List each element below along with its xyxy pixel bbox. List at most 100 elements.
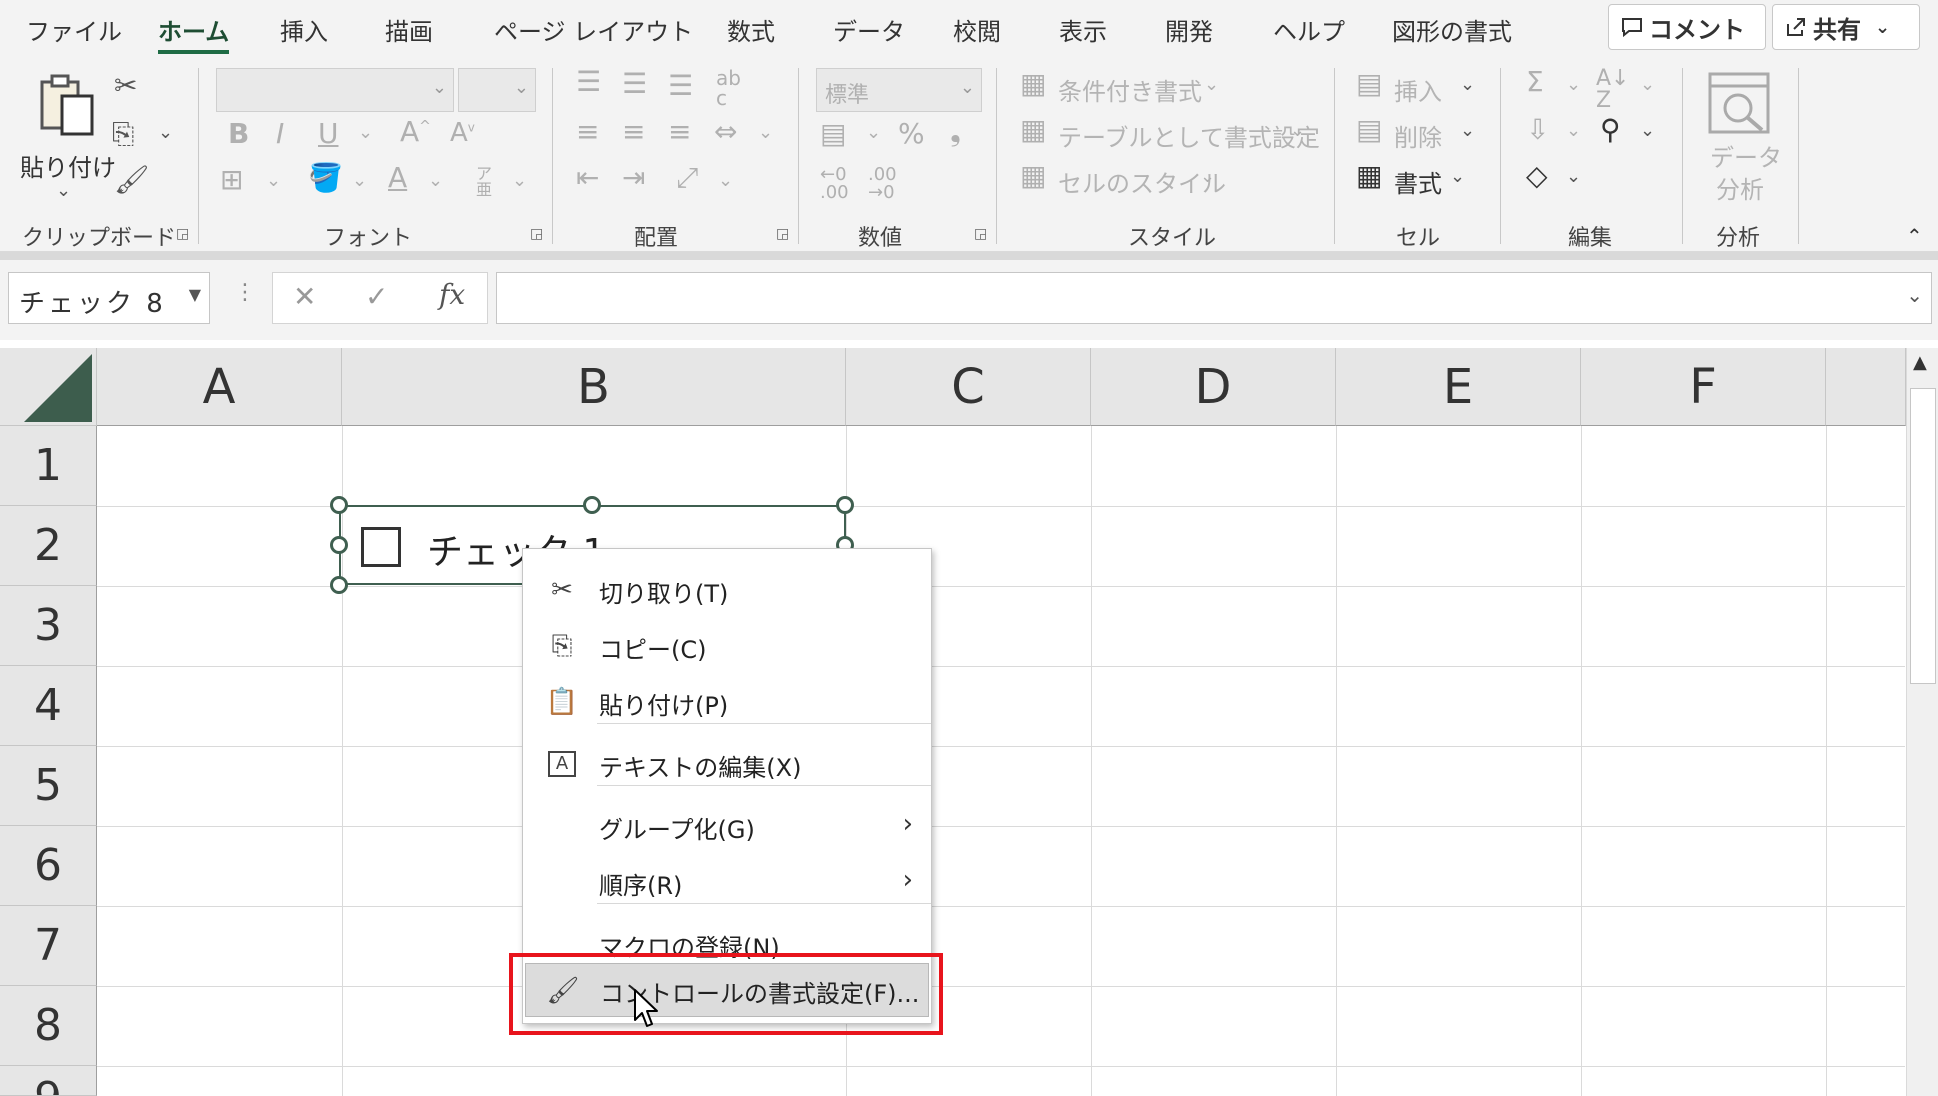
increase-font-icon[interactable]: A^ bbox=[400, 118, 431, 146]
column-header-next[interactable] bbox=[1826, 348, 1906, 426]
enter-icon[interactable]: ✓ bbox=[365, 283, 388, 311]
more-options-icon[interactable]: ⋮ bbox=[234, 282, 256, 304]
number-format-combo[interactable]: 標準 ⌄ bbox=[816, 68, 982, 112]
row-header-2[interactable]: 2 bbox=[0, 506, 97, 586]
cancel-icon[interactable]: ✕ bbox=[293, 283, 316, 311]
column-header-e[interactable]: E bbox=[1336, 348, 1581, 426]
decrease-indent-icon[interactable]: ⇤ bbox=[576, 164, 599, 192]
cell-styles-icon[interactable]: ▦ bbox=[1020, 162, 1046, 190]
font-name-combo[interactable]: ⌄ bbox=[216, 68, 454, 112]
column-header-d[interactable]: D bbox=[1091, 348, 1336, 426]
delete-cells-icon[interactable]: ▤ bbox=[1356, 116, 1382, 144]
fill-color-icon[interactable]: 🪣 bbox=[308, 164, 343, 192]
chevron-down-icon[interactable]: ⌄ bbox=[1200, 168, 1215, 186]
scroll-up-icon[interactable]: ▲ bbox=[1913, 352, 1927, 373]
delete-cells-button[interactable]: 削除 bbox=[1394, 118, 1442, 153]
chevron-down-icon[interactable]: ⌄ bbox=[1204, 76, 1219, 94]
tab-page-layout[interactable]: ページ レイアウト bbox=[494, 12, 693, 47]
column-header-a[interactable]: A bbox=[97, 348, 342, 426]
menu-item-group[interactable]: グループ化(G) › bbox=[523, 799, 931, 853]
chevron-down-icon[interactable]: ⌄ bbox=[428, 172, 443, 190]
percent-icon[interactable]: % bbox=[898, 120, 925, 148]
column-header-b[interactable]: B bbox=[342, 348, 846, 426]
tab-review[interactable]: 校閲 bbox=[953, 12, 1001, 47]
autosum-icon[interactable]: Σ bbox=[1526, 68, 1544, 96]
scrollbar-thumb[interactable] bbox=[1910, 388, 1936, 684]
chevron-down-icon[interactable]: ⌄ bbox=[158, 124, 173, 142]
phonetic-icon[interactable]: ア亜 bbox=[476, 166, 492, 198]
chevron-down-icon[interactable]: ⌄ bbox=[1566, 168, 1581, 186]
accounting-format-icon[interactable]: ▤ bbox=[820, 120, 846, 148]
chevron-down-icon[interactable]: ⌄ bbox=[1566, 76, 1581, 94]
conditional-format-button[interactable]: 条件付き書式 bbox=[1058, 72, 1202, 107]
chevron-down-icon[interactable]: ⌄ bbox=[266, 172, 281, 190]
data-analysis-icon[interactable] bbox=[1706, 70, 1772, 136]
checkbox-square[interactable] bbox=[361, 527, 401, 567]
tab-help[interactable]: ヘルプ bbox=[1273, 12, 1345, 47]
dialog-launcher-icon[interactable]: ◲ bbox=[776, 226, 789, 242]
tab-insert[interactable]: 挿入 bbox=[280, 12, 328, 47]
select-all-corner[interactable] bbox=[0, 348, 97, 426]
decrease-font-icon[interactable]: Av bbox=[450, 120, 475, 146]
chevron-down-icon[interactable]: ▼ bbox=[189, 285, 201, 304]
chevron-down-icon[interactable]: ⌄ bbox=[1640, 122, 1655, 140]
chevron-down-icon[interactable]: ⌄ bbox=[1460, 122, 1475, 140]
chevron-down-icon[interactable]: ⌄ bbox=[56, 182, 71, 200]
align-bottom-icon[interactable]: ☰ bbox=[668, 72, 693, 100]
tab-formulas[interactable]: 数式 bbox=[727, 12, 775, 47]
sort-filter-icon[interactable]: A↓ Z bbox=[1596, 68, 1629, 112]
insert-function-button[interactable]: fx bbox=[439, 281, 465, 309]
align-left-icon[interactable]: ≡ bbox=[576, 118, 599, 146]
chevron-down-icon[interactable]: ⌄ bbox=[1906, 285, 1923, 305]
resize-handle[interactable] bbox=[330, 576, 348, 594]
chevron-down-icon[interactable]: ⌄ bbox=[866, 124, 881, 142]
clear-icon[interactable]: ◇ bbox=[1526, 162, 1548, 190]
comma-style-icon[interactable]: ❟ bbox=[950, 118, 961, 146]
column-header-f[interactable]: F bbox=[1581, 348, 1826, 426]
cut-icon[interactable]: ✂ bbox=[114, 72, 137, 100]
copy-icon[interactable]: ⎘ bbox=[112, 120, 134, 148]
orientation-icon[interactable]: ⤢ bbox=[676, 164, 698, 192]
resize-handle[interactable] bbox=[836, 496, 854, 514]
fill-icon[interactable]: ⇩ bbox=[1526, 116, 1549, 144]
vertical-scrollbar[interactable]: ▲ bbox=[1906, 348, 1938, 1096]
row-header-4[interactable]: 4 bbox=[0, 666, 97, 746]
resize-handle[interactable] bbox=[330, 536, 348, 554]
tab-view[interactable]: 表示 bbox=[1059, 12, 1107, 47]
align-top-icon[interactable]: ☰ bbox=[576, 68, 601, 96]
menu-item-copy[interactable]: ⎘ コピー(C) bbox=[523, 619, 931, 673]
row-header-5[interactable]: 5 bbox=[0, 746, 97, 826]
chevron-down-icon[interactable]: ⌄ bbox=[512, 172, 527, 190]
chevron-down-icon[interactable]: ⌄ bbox=[718, 172, 733, 190]
chevron-down-icon[interactable]: ⌄ bbox=[1640, 76, 1655, 94]
find-select-icon[interactable]: ⚲ bbox=[1600, 116, 1621, 144]
paste-label[interactable]: 貼り付け bbox=[20, 148, 116, 183]
row-header-9[interactable]: 9 bbox=[0, 1066, 97, 1096]
decrease-decimal-icon[interactable]: .00 →0 bbox=[868, 166, 897, 202]
tab-shape-format[interactable]: 図形の書式 bbox=[1392, 12, 1512, 47]
data-analysis-label-1[interactable]: データ bbox=[1710, 138, 1782, 173]
column-header-c[interactable]: C bbox=[846, 348, 1091, 426]
align-middle-icon[interactable]: ☰ bbox=[622, 70, 647, 98]
format-as-table-button[interactable]: テーブルとして書式設定 bbox=[1058, 118, 1320, 153]
dialog-launcher-icon[interactable]: ◲ bbox=[176, 226, 189, 242]
row-header-6[interactable]: 6 bbox=[0, 826, 97, 906]
row-header-8[interactable]: 8 bbox=[0, 986, 97, 1066]
row-header-1[interactable]: 1 bbox=[0, 426, 97, 506]
dialog-launcher-icon[interactable]: ◲ bbox=[974, 226, 987, 242]
align-center-icon[interactable]: ≡ bbox=[622, 118, 645, 146]
text-direction-icon[interactable]: ab c bbox=[716, 68, 741, 108]
font-color-icon[interactable]: A bbox=[388, 164, 407, 192]
tab-developer[interactable]: 開発 bbox=[1165, 12, 1213, 47]
format-as-table-icon[interactable]: ▦ bbox=[1020, 116, 1046, 144]
tab-home[interactable]: ホーム bbox=[158, 12, 230, 54]
format-cells-icon[interactable]: ▦ bbox=[1356, 162, 1382, 190]
insert-cells-button[interactable]: 挿入 bbox=[1394, 72, 1442, 107]
conditional-format-icon[interactable]: ▦ bbox=[1020, 70, 1046, 98]
tab-draw[interactable]: 描画 bbox=[385, 12, 433, 47]
row-header-7[interactable]: 7 bbox=[0, 906, 97, 986]
insert-cells-icon[interactable]: ▤ bbox=[1356, 70, 1382, 98]
format-painter-icon[interactable]: 🖌 bbox=[114, 166, 150, 194]
data-analysis-label-2[interactable]: 分析 bbox=[1716, 170, 1764, 205]
comment-button[interactable]: コメント bbox=[1608, 4, 1766, 50]
